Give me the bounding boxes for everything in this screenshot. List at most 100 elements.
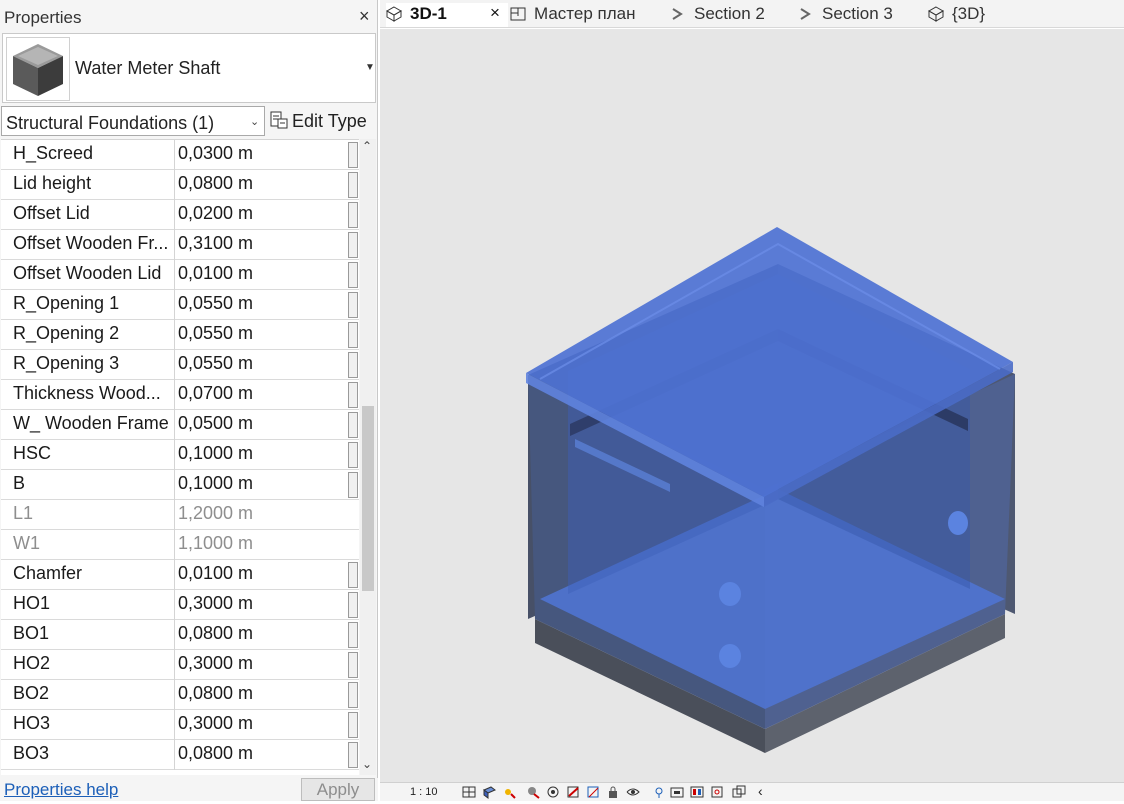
property-value[interactable]: 0,0800 m [178,743,253,764]
dropdown-arrow-icon[interactable]: ▼ [365,62,375,73]
edit-type-button[interactable]: Edit Type [270,108,374,134]
property-row[interactable]: Offset Lid 0,0200 m [1,200,359,230]
property-row[interactable]: HO1 0,3000 m [1,590,359,620]
temporary-hide-icon[interactable] [626,785,640,799]
detail-level-icon[interactable] [462,785,476,799]
property-value[interactable]: 0,0550 m [178,353,253,374]
property-value[interactable]: 0,0200 m [178,203,253,224]
associate-parameter-button[interactable] [348,712,358,738]
column-divider[interactable] [174,200,175,230]
property-row[interactable]: HO3 0,3000 m [1,710,359,740]
column-divider[interactable] [174,350,175,380]
property-value[interactable]: 0,0100 m [178,563,253,584]
property-row[interactable]: HSC 0,1000 m [1,440,359,470]
properties-help-link[interactable]: Properties help [4,780,118,800]
scroll-up-icon[interactable]: ⌃ [362,139,372,153]
property-value[interactable]: 0,0500 m [178,413,253,434]
property-value[interactable]: 0,0100 m [178,263,253,284]
view-tab[interactable]: Section 2 [670,3,790,27]
associate-parameter-button[interactable] [348,592,358,618]
lock-3d-view-icon[interactable] [606,785,620,799]
property-value[interactable]: 0,0700 m [178,383,253,404]
view-tab[interactable]: 3D-1 × [385,3,508,27]
property-row[interactable]: Lid height 0,0800 m [1,170,359,200]
column-divider[interactable] [174,740,175,770]
view-tab[interactable]: {3D} [927,3,1008,27]
property-row[interactable]: Offset Wooden Lid 0,0100 m [1,260,359,290]
associate-parameter-button[interactable] [348,352,358,378]
sun-path-icon[interactable] [502,785,516,799]
property-value[interactable]: 0,1000 m [178,473,253,494]
temporary-view-properties-icon[interactable] [670,785,684,799]
crop-view-icon[interactable] [566,785,580,799]
property-value[interactable]: 0,0300 m [178,143,253,164]
property-value[interactable]: 0,1000 m [178,443,253,464]
property-row[interactable]: Thickness Wood... 0,0700 m [1,380,359,410]
property-value[interactable]: 0,3000 m [178,713,253,734]
associate-parameter-button[interactable] [348,442,358,468]
property-row[interactable]: BO3 0,0800 m [1,740,359,770]
scroll-down-icon[interactable]: ⌄ [362,757,372,771]
column-divider[interactable] [174,650,175,680]
property-value[interactable]: 0,0550 m [178,323,253,344]
analytical-model-icon[interactable] [710,785,724,799]
associate-parameter-button[interactable] [348,172,358,198]
column-divider[interactable] [174,440,175,470]
column-divider[interactable] [174,140,175,170]
associate-parameter-button[interactable] [348,202,358,228]
property-value[interactable]: 0,3100 m [178,233,253,254]
associate-parameter-button[interactable] [348,382,358,408]
property-value[interactable]: 0,3000 m [178,653,253,674]
column-divider[interactable] [174,710,175,740]
column-divider[interactable] [174,230,175,260]
shadows-icon[interactable] [526,785,540,799]
property-row[interactable]: R_Opening 2 0,0550 m [1,320,359,350]
show-crop-region-icon[interactable] [586,785,600,799]
view-tab[interactable]: Section 3 [798,3,920,27]
property-value[interactable]: 0,3000 m [178,593,253,614]
property-row[interactable]: W_ Wooden Frame 0,0500 m [1,410,359,440]
property-value[interactable]: 0,0550 m [178,293,253,314]
column-divider[interactable] [174,530,175,560]
property-row[interactable]: BO2 0,0800 m [1,680,359,710]
associate-parameter-button[interactable] [348,142,358,168]
water-meter-shaft-model[interactable] [380,29,1124,782]
3d-viewport[interactable] [380,29,1124,782]
column-divider[interactable] [174,500,175,530]
column-divider[interactable] [174,620,175,650]
column-divider[interactable] [174,260,175,290]
column-divider[interactable] [174,290,175,320]
associate-parameter-button[interactable] [348,262,358,288]
element-filter-dropdown[interactable]: Structural Foundations (1) ⌄ [1,106,265,136]
highlight-displacement-icon[interactable] [732,785,746,799]
column-divider[interactable] [174,410,175,440]
property-row[interactable]: R_Opening 3 0,0550 m [1,350,359,380]
property-row[interactable]: HO2 0,3000 m [1,650,359,680]
associate-parameter-button[interactable] [348,562,358,588]
type-selector[interactable]: Water Meter Shaft ▼ [2,33,376,103]
rendering-dialog-icon[interactable] [546,785,560,799]
associate-parameter-button[interactable] [348,232,358,258]
property-row[interactable]: BO1 0,0800 m [1,620,359,650]
column-divider[interactable] [174,560,175,590]
chevron-left-icon[interactable]: ‹ [758,783,763,799]
associate-parameter-button[interactable] [348,682,358,708]
associate-parameter-button[interactable] [348,622,358,648]
view-tab[interactable]: Мастер план [510,3,660,27]
close-icon[interactable]: × [359,6,370,27]
property-row[interactable]: Offset Wooden Fr... 0,3100 m [1,230,359,260]
column-divider[interactable] [174,380,175,410]
close-icon[interactable]: × [490,3,500,23]
property-value[interactable]: 0,0800 m [178,173,253,194]
property-value[interactable]: 0,0800 m [178,623,253,644]
associate-parameter-button[interactable] [348,742,358,768]
column-divider[interactable] [174,320,175,350]
property-value[interactable]: 0,0800 m [178,683,253,704]
worksharing-display-icon[interactable] [690,785,704,799]
view-scale[interactable]: 1 : 10 [410,786,438,798]
column-divider[interactable] [174,590,175,620]
scrollbar-thumb[interactable] [362,406,374,591]
property-row[interactable]: R_Opening 1 0,0550 m [1,290,359,320]
property-row[interactable]: H_Screed 0,0300 m [1,140,359,170]
associate-parameter-button[interactable] [348,472,358,498]
